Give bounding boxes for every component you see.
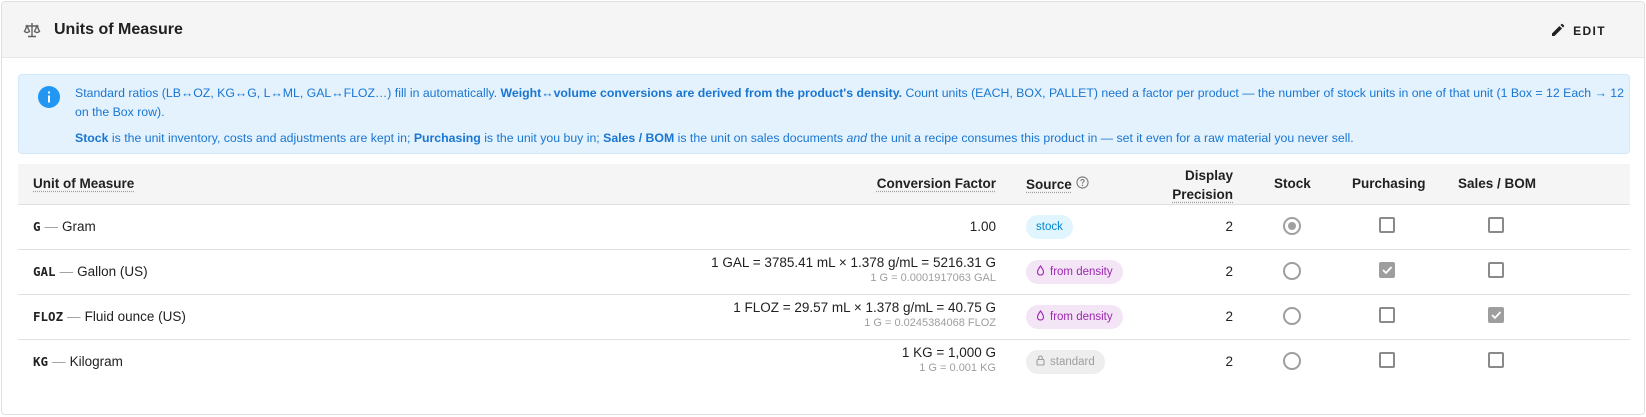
uom-separator: —	[59, 264, 74, 279]
scale-icon	[22, 20, 42, 40]
stock-radio[interactable]	[1283, 352, 1301, 370]
table-row: G — Gram 1.00 stock 2	[18, 205, 1630, 250]
uom-code: GAL	[33, 264, 56, 279]
col-header-purchasing: Purchasing	[1352, 176, 1426, 191]
uom-cell: KG — Kilogram	[33, 354, 123, 369]
col-header-source: Source	[1026, 176, 1089, 192]
purchasing-checkbox[interactable]	[1379, 262, 1395, 278]
source-chip-label: standard	[1050, 356, 1095, 368]
info-text-part: is the unit inventory, costs and adjustm…	[108, 131, 414, 145]
droplet-icon	[1036, 265, 1045, 279]
conversion-factor-inverse: 1 G = 0.001 KG	[919, 362, 996, 374]
purchasing-checkbox[interactable]	[1379, 307, 1395, 323]
conversion-factor: 1.00	[969, 219, 996, 234]
uom-table: Unit of Measure Conversion Factor Source…	[18, 164, 1630, 385]
conversion-factor-inverse: 1 G = 0.0001917063 GAL	[870, 272, 996, 284]
sales-bom-checkbox[interactable]	[1488, 307, 1504, 323]
display-precision: 2	[1225, 354, 1233, 369]
col-header-stock: Stock	[1274, 176, 1311, 191]
info-paragraph-1: Standard ratios (LB↔OZ, KG↔G, L↔ML, GAL↔…	[75, 84, 1625, 122]
uom-name: Fluid ounce (US)	[84, 309, 186, 324]
check-icon	[1491, 311, 1502, 320]
source-chip: from density	[1026, 305, 1123, 329]
stock-radio[interactable]	[1283, 217, 1301, 235]
source-chip: from density	[1026, 260, 1123, 284]
conversion-factor: 1 FLOZ = 29.57 mL × 1.378 g/mL = 40.75 G	[733, 300, 996, 315]
info-text-bold: Sales / BOM	[603, 131, 675, 145]
edit-button-label: EDIT	[1573, 24, 1606, 38]
info-text-part: Standard ratios (LB↔OZ, KG↔G, L↔ML, GAL↔…	[75, 86, 501, 100]
uom-code: KG	[33, 354, 49, 369]
info-icon	[37, 85, 61, 109]
info-text-bold: Stock	[75, 131, 109, 145]
uom-name: Gallon (US)	[77, 264, 148, 279]
sales-bom-checkbox[interactable]	[1488, 262, 1504, 278]
pencil-icon	[1551, 23, 1565, 40]
table-row: KG — Kilogram 1 KG = 1,000 G 1 G = 0.001 K…	[18, 340, 1630, 385]
conversion-factor-inverse: 1 G = 0.0245384068 FLOZ	[864, 317, 996, 329]
table-header: Unit of Measure Conversion Factor Source…	[18, 164, 1630, 205]
source-chip: standard	[1026, 350, 1105, 374]
help-icon[interactable]	[1076, 176, 1089, 192]
display-precision: 2	[1225, 264, 1233, 279]
source-chip-label: stock	[1036, 221, 1063, 233]
units-of-measure-card: Units of Measure EDIT Standard ratios (L…	[1, 1, 1645, 415]
col-header-precision-line-1: Display	[1184, 168, 1233, 183]
conversion-factor-cell: 1 FLOZ = 29.57 mL × 1.378 g/mL = 40.75 G…	[733, 300, 996, 329]
conversion-factor: 1 GAL = 3785.41 mL × 1.378 g/mL = 5216.3…	[711, 255, 996, 270]
uom-cell: GAL — Gallon (US)	[33, 264, 148, 279]
card-title: Units of Measure	[54, 20, 183, 38]
info-text-part: the unit a recipe consumes this product …	[867, 131, 1354, 145]
stock-radio[interactable]	[1283, 307, 1301, 325]
info-text-italic: and	[846, 131, 868, 145]
sales-bom-checkbox[interactable]	[1488, 352, 1504, 368]
conversion-factor-cell: 1 KG = 1,000 G 1 G = 0.001 KG	[902, 345, 996, 374]
purchasing-checkbox[interactable]	[1379, 217, 1395, 233]
source-chip-label: from density	[1050, 311, 1113, 323]
uom-name: Gram	[62, 219, 96, 234]
col-header-uom[interactable]: Unit of Measure	[33, 176, 134, 191]
info-text-bold: Weight↔volume conversions are derived fr…	[500, 86, 903, 100]
table-row: FLOZ — Fluid ounce (US) 1 FLOZ = 29.57 mL …	[18, 295, 1630, 340]
info-paragraph-2: Stock is the unit inventory, costs and a…	[75, 129, 1625, 148]
info-alert: Standard ratios (LB↔OZ, KG↔G, L↔ML, GAL↔…	[18, 74, 1630, 154]
sales-bom-checkbox[interactable]	[1488, 217, 1504, 233]
conversion-factor-cell: 1.00	[970, 219, 996, 234]
purchasing-checkbox[interactable]	[1379, 352, 1395, 368]
uom-cell: FLOZ — Fluid ounce (US)	[33, 309, 186, 324]
stock-radio[interactable]	[1283, 262, 1301, 280]
info-text: Standard ratios (LB↔OZ, KG↔G, L↔ML, GAL↔…	[75, 84, 1625, 148]
uom-name: Kilogram	[69, 354, 123, 369]
uom-code: FLOZ	[33, 309, 64, 324]
source-chip-label: from density	[1050, 266, 1113, 278]
display-precision: 2	[1225, 219, 1233, 234]
info-text-part: is the unit on sales documents	[674, 131, 847, 145]
uom-separator: —	[52, 354, 66, 369]
uom-separator: —	[67, 309, 81, 324]
card-header: Units of Measure EDIT	[2, 2, 1644, 58]
table-row: GAL — Gallon (US) 1 GAL = 3785.41 mL × 1.3…	[18, 250, 1630, 295]
edit-button[interactable]: EDIT	[1551, 19, 1606, 43]
col-header-precision-line-2: Precision	[1172, 187, 1233, 202]
col-header-precision[interactable]: Display Precision	[1172, 166, 1233, 204]
uom-cell: G — Gram	[33, 219, 96, 234]
source-chip: stock	[1026, 215, 1073, 239]
droplet-icon	[1036, 310, 1045, 324]
display-precision: 2	[1225, 309, 1233, 324]
col-header-factor[interactable]: Conversion Factor	[877, 176, 996, 191]
conversion-factor: 1 KG = 1,000 G	[901, 345, 996, 360]
col-header-source-label[interactable]: Source	[1026, 177, 1072, 192]
uom-separator: —	[44, 219, 59, 234]
info-text-bold: Purchasing	[413, 131, 481, 145]
uom-code: G	[33, 219, 41, 234]
check-icon	[1382, 266, 1393, 275]
conversion-factor-cell: 1 GAL = 3785.41 mL × 1.378 g/mL = 5216.3…	[711, 255, 996, 284]
lock-icon	[1036, 355, 1045, 369]
info-text-part: is the unit you buy in;	[480, 131, 604, 145]
col-header-sales: Sales / BOM	[1458, 176, 1537, 191]
